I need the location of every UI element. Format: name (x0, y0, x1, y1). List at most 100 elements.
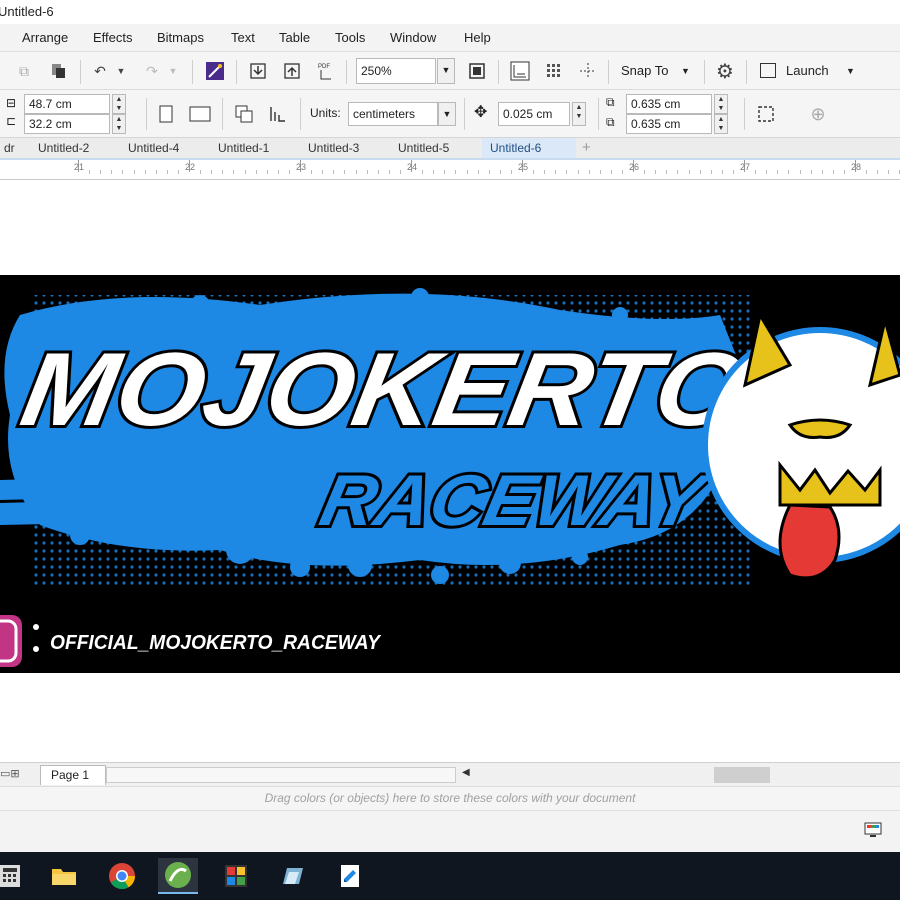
duplicate-y-spinner[interactable]: ▲ ▼ (714, 114, 728, 134)
ruler-minor-tick (100, 170, 102, 174)
tab-untitled-5[interactable]: Untitled-5 (390, 138, 480, 158)
horizontal-ruler[interactable]: 21 22 23 24 25 26 27 28 (0, 160, 900, 180)
page-nav-icon[interactable]: ▭⊞ (0, 767, 20, 780)
calculator-icon[interactable] (0, 858, 30, 894)
tab-untitled-6[interactable]: Untitled-6 (482, 138, 576, 158)
units-label: Units: (310, 106, 341, 120)
ruler-minor-tick (133, 170, 135, 174)
undo-dropdown-icon[interactable]: ▼ (114, 59, 128, 83)
tab-label: Untitled-1 (218, 141, 270, 155)
ruler-minor-tick (666, 170, 668, 174)
options-gear-icon[interactable]: ⚙ (713, 59, 737, 83)
ruler-minor-tick (89, 170, 91, 174)
app-icon[interactable] (272, 858, 312, 894)
launch-button[interactable]: Launch ▼ (756, 60, 866, 82)
tab-untitled-3[interactable]: Untitled-3 (300, 138, 390, 158)
tab-untitled-4[interactable]: Untitled-4 (120, 138, 210, 158)
units-select[interactable]: centimeters (348, 102, 438, 126)
menu-bitmaps[interactable]: Bitmaps (157, 30, 204, 45)
units-dropdown-icon[interactable]: ▼ (438, 102, 456, 126)
object-height-field[interactable]: 32.2 cm (24, 114, 110, 134)
undo-icon[interactable]: ↶ (88, 59, 112, 83)
tab-untitled-dr[interactable]: dr (0, 138, 32, 158)
duplicate-distance-x-field[interactable]: 0.635 cm (626, 94, 712, 114)
coreldraw-icon[interactable] (158, 858, 198, 894)
ruler-label: 21 (74, 162, 85, 172)
import-icon[interactable] (246, 59, 270, 83)
ruler-minor-tick (122, 170, 124, 174)
chevron-down-icon: ▼ (846, 66, 855, 76)
object-height-value: 32.2 cm (29, 117, 72, 131)
menu-arrange[interactable]: Arrange (22, 30, 68, 45)
ruler-minor-tick (266, 170, 268, 174)
show-rulers-icon[interactable] (508, 59, 532, 83)
export-icon[interactable] (280, 59, 304, 83)
landscape-icon[interactable] (188, 102, 212, 126)
corel-connect-icon[interactable] (203, 59, 227, 83)
portrait-icon[interactable] (154, 102, 178, 126)
object-width-field[interactable]: 48.7 cm (24, 94, 110, 114)
scroll-left-icon[interactable]: ◀ (462, 767, 470, 778)
zoom-dropdown-icon[interactable]: ▼ (437, 58, 455, 84)
snap-to-button[interactable]: Snap To ▼ (616, 60, 696, 82)
zoom-level-field[interactable]: 250% (356, 58, 436, 84)
menu-window[interactable]: Window (390, 30, 436, 45)
duplicate-distance-y-field[interactable]: 0.635 cm (626, 114, 712, 134)
ruler-minor-tick (244, 170, 246, 174)
tab-label: Untitled-3 (308, 141, 360, 155)
chrome-icon[interactable] (102, 858, 142, 894)
ruler-minor-tick (821, 170, 823, 174)
all-pages-icon[interactable] (232, 102, 256, 126)
tab-label: dr (4, 141, 15, 155)
width-spinner[interactable]: ▲ ▼ (112, 94, 126, 114)
horizontal-scrollbar-thumb[interactable] (714, 767, 770, 783)
ruler-label: 22 (185, 162, 196, 172)
add-preset-icon[interactable]: ⊕ (806, 102, 830, 126)
duplicate-x-spinner[interactable]: ▲ ▼ (714, 94, 728, 114)
tab-untitled-1[interactable]: Untitled-1 (210, 138, 300, 158)
duplicate-x-icon: ⧉ (606, 95, 615, 109)
ruler-minor-tick (444, 170, 446, 174)
redo-dropdown-icon[interactable]: ▼ (166, 59, 180, 83)
ruler-minor-tick (721, 170, 723, 174)
ruler-minor-tick (544, 170, 546, 174)
ruler-minor-tick (799, 170, 801, 174)
document-icon[interactable] (330, 858, 370, 894)
page-tab-area (106, 767, 456, 783)
menu-help[interactable]: Help (464, 30, 491, 45)
nudge-spinner[interactable]: ▲ ▼ (572, 102, 586, 126)
current-page-icon[interactable] (266, 102, 290, 126)
ruler-minor-tick (832, 170, 834, 174)
banner-artwork[interactable]: MOJOKERTO RACEWAY OFFICIAL_MOJOKERTO_RAC… (0, 275, 900, 673)
nudge-distance-field[interactable]: 0.025 cm (498, 102, 570, 126)
new-tab-plus-icon[interactable]: + (578, 138, 600, 158)
show-grid-icon[interactable] (542, 59, 566, 83)
file-explorer-icon[interactable] (44, 858, 84, 894)
ruler-minor-tick (333, 170, 335, 174)
ruler-minor-tick (466, 170, 468, 174)
paste-icon[interactable] (46, 59, 70, 83)
publish-pdf-icon[interactable]: PDF (314, 59, 338, 83)
menu-text[interactable]: Text (231, 30, 255, 45)
show-guidelines-icon[interactable] (576, 59, 600, 83)
tab-untitled-2[interactable]: Untitled-2 (30, 138, 120, 158)
full-screen-preview-icon[interactable] (465, 59, 489, 83)
ruler-minor-tick (366, 170, 368, 174)
photo-app-icon[interactable] (216, 858, 256, 894)
menu-table[interactable]: Table (279, 30, 310, 45)
menu-bar: Arrange Effects Bitmaps Text Table Tools… (0, 24, 900, 52)
ruler-label: 24 (407, 162, 418, 172)
menu-effects[interactable]: Effects (93, 30, 133, 45)
tab-label: Untitled-4 (128, 141, 180, 155)
height-spinner[interactable]: ▲ ▼ (112, 114, 126, 134)
document-palette[interactable]: Drag colors (or objects) here to store t… (0, 786, 900, 810)
ruler-minor-tick (710, 170, 712, 174)
redo-icon[interactable]: ↷ (140, 59, 164, 83)
ruler-minor-tick (144, 170, 146, 174)
page-tab-page-1[interactable]: Page 1 (40, 765, 106, 785)
launch-label: Launch (786, 63, 829, 78)
menu-tools[interactable]: Tools (335, 30, 365, 45)
treat-as-filled-icon[interactable] (754, 102, 778, 126)
copy-icon[interactable]: ⧉ (12, 59, 36, 83)
color-management-icon[interactable] (864, 821, 882, 839)
